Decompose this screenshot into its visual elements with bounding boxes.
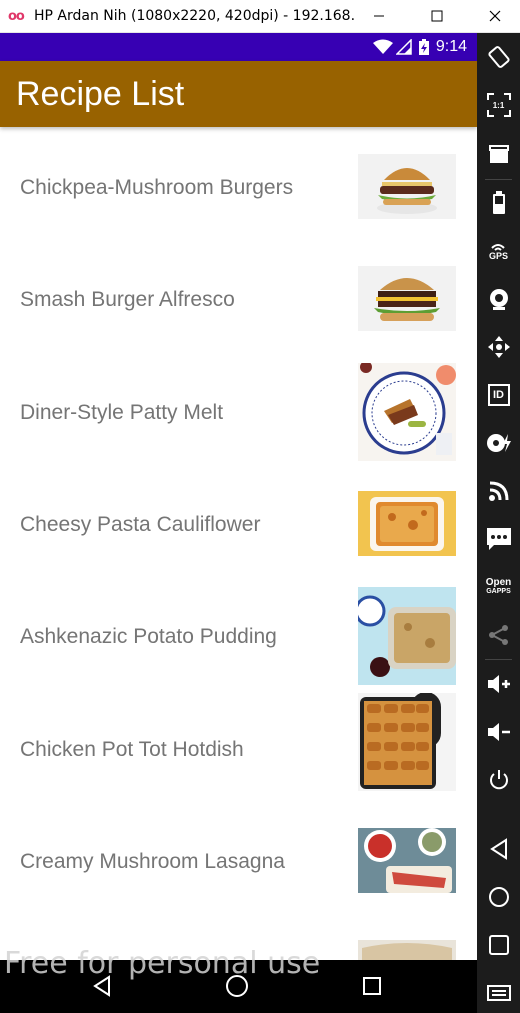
clapperboard-icon [488, 145, 509, 163]
recipe-name: Diner-Style Patty Melt [20, 401, 224, 424]
battery-button[interactable] [477, 183, 520, 223]
open-gapps-button[interactable]: Open GAPPS [477, 567, 520, 607]
battery-charging-icon [418, 39, 429, 55]
toolbar-divider [485, 179, 512, 180]
volume-down-button[interactable] [477, 712, 520, 752]
identifiers-button[interactable]: ID [477, 375, 520, 415]
recents-square-icon [363, 977, 381, 995]
gps-button[interactable]: GPS [477, 231, 520, 271]
wifi-icon [372, 39, 393, 54]
media-button[interactable] [477, 423, 520, 463]
id-label: ID [493, 388, 504, 401]
recipe-name: Smash Burger Alfresco [20, 288, 235, 311]
recipe-thumbnail [358, 266, 456, 331]
recipe-thumbnail [358, 940, 456, 960]
rotate-icon [487, 46, 510, 68]
rss-cast-icon [488, 481, 508, 501]
recipe-thumbnail [358, 363, 456, 461]
app-title: Recipe List [16, 74, 185, 113]
recipe-row[interactable]: Chickpea-Mushroom Burgers [0, 127, 477, 239]
move-button[interactable] [477, 327, 520, 367]
webcam-icon [489, 289, 508, 310]
volume-up-icon [487, 675, 510, 693]
recipe-row[interactable]: Ashkenazic Potato Pudding [0, 576, 477, 688]
share-icon [488, 625, 508, 645]
scrcpy-logo-icon: oo [8, 8, 25, 24]
recipe-thumbnail [358, 154, 456, 219]
nav-recents-button[interactable] [356, 970, 388, 1002]
recipe-row[interactable]: Chicken Pot Tot Hotdish [0, 689, 477, 801]
close-button[interactable] [466, 0, 520, 32]
recipe-row[interactable]: Creamy Mushroom Lasagna [0, 801, 477, 913]
cast-button[interactable] [477, 471, 520, 511]
watermark: Free for personal use [4, 946, 321, 981]
gapps-label: GAPPS [486, 588, 511, 595]
power-icon [489, 770, 508, 790]
recipe-thumbnail [358, 587, 456, 685]
recipe-name: Chickpea-Mushroom Burgers [20, 176, 294, 199]
minimize-button[interactable] [350, 0, 408, 32]
battery-icon [492, 191, 505, 214]
screen-record-button[interactable] [477, 134, 520, 174]
toolbar-menu-button[interactable] [477, 973, 520, 1013]
open-label: Open [485, 577, 512, 588]
power-button[interactable] [477, 760, 520, 800]
menu-icon [486, 985, 511, 1001]
disc-flash-icon [486, 434, 511, 452]
emulator-toolbar: 1:1 GPS ID Open GAPPS [477, 33, 520, 1013]
share-button[interactable] [477, 615, 520, 655]
cellular-signal-icon [395, 39, 412, 55]
volume-up-button[interactable] [477, 664, 520, 704]
recents-icon [488, 935, 509, 955]
phone-screen: 9:14 Recipe List Chickpea-Mushroom Burge… [0, 33, 477, 1013]
recipe-name: Cheesy Pasta Cauliflower [20, 513, 261, 536]
gps-label: GPS [488, 250, 508, 261]
id-card-icon: ID [487, 384, 510, 406]
home-icon [488, 887, 509, 907]
rotate-screen-button[interactable] [477, 37, 520, 77]
app-bar: Recipe List [0, 61, 477, 127]
status-bar: 9:14 [0, 33, 477, 61]
back-icon [489, 838, 507, 860]
recipe-name: Ashkenazic Potato Pudding [20, 625, 277, 648]
ratio-label: 1:1 [492, 100, 505, 110]
toolbar-home-button[interactable] [477, 877, 520, 917]
recipe-name: Creamy Mushroom Lasagna [20, 850, 285, 873]
move-arrows-icon [487, 336, 510, 358]
recipe-thumbnail [358, 491, 456, 556]
recipe-row[interactable]: Diner-Style Patty Melt [0, 352, 477, 464]
sms-button[interactable] [477, 519, 520, 559]
toolbar-back-button[interactable] [477, 829, 520, 869]
recipe-thumbnail [358, 828, 456, 893]
status-time: 9:14 [435, 38, 467, 55]
recipe-row[interactable]: Cheesy Pasta Cauliflower [0, 464, 477, 576]
recipe-row[interactable]: Smash Burger Alfresco [0, 239, 477, 351]
maximize-button[interactable] [408, 0, 466, 32]
message-icon [486, 528, 511, 550]
window-titlebar: oo HP Ardan Nih (1080x2220, 420dpi) - 19… [0, 0, 520, 33]
toolbar-divider [485, 659, 512, 660]
camera-button[interactable] [477, 279, 520, 319]
pixel-perfect-button[interactable]: 1:1 [477, 85, 520, 125]
volume-down-icon [487, 723, 510, 741]
gps-signal-icon [491, 243, 506, 251]
toolbar-recents-button[interactable] [477, 925, 520, 965]
window-title: HP Ardan Nih (1080x2220, 420dpi) - 192.1… [34, 8, 354, 24]
recipe-thumbnail [358, 693, 456, 791]
recipe-name: Chicken Pot Tot Hotdish [20, 738, 244, 761]
